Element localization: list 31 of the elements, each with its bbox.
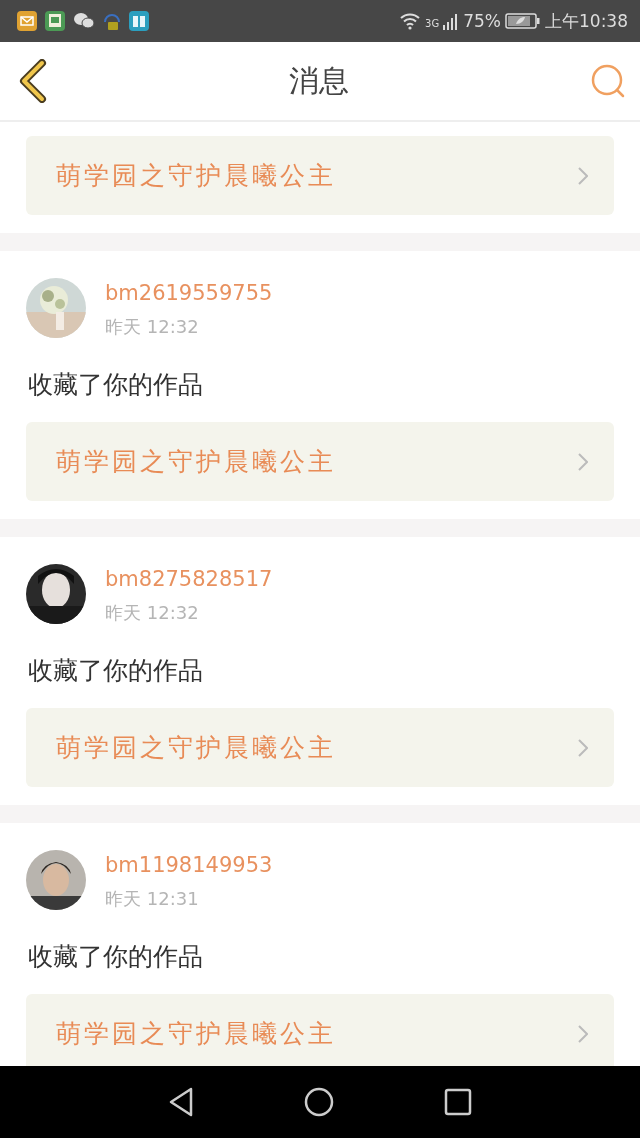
- chevron-icon: [578, 452, 588, 471]
- recents-button[interactable]: [443, 1087, 473, 1117]
- wifi-icon: [399, 12, 422, 30]
- activity-text: 收藏了你的作品: [27, 941, 204, 973]
- clock: 上午10:38: [545, 9, 628, 33]
- username[interactable]: bm8275828517: [105, 567, 273, 591]
- activity-text: 收藏了你的作品: [27, 655, 204, 687]
- work-card[interactable]: 萌学园之守护晨曦公主: [26, 136, 614, 215]
- timestamp: 昨天 12:32: [105, 601, 200, 625]
- username[interactable]: bm1198149953: [105, 853, 273, 877]
- timestamp: 昨天 12:32: [105, 315, 200, 339]
- chevron-icon: [578, 738, 588, 757]
- signal-icon: [443, 12, 460, 30]
- book-icon: [128, 10, 150, 32]
- app-icon: [44, 10, 66, 32]
- activity-text: 收藏了你的作品: [27, 369, 204, 401]
- username[interactable]: bm2619559755: [105, 281, 273, 305]
- chevron-icon: [578, 166, 588, 185]
- battery-icon: [505, 12, 541, 30]
- work-card[interactable]: 萌学园之守护晨曦公主: [26, 708, 614, 787]
- back-nav-button[interactable]: [167, 1086, 195, 1118]
- work-card[interactable]: 萌学园之守护晨曦公主: [26, 994, 614, 1066]
- mail-icon: [16, 10, 38, 32]
- work-card[interactable]: 萌学园之守护晨曦公主: [26, 422, 614, 501]
- battery-percent: 75%: [463, 11, 501, 31]
- chevron-icon: [578, 1024, 588, 1043]
- timestamp: 昨天 12:31: [105, 887, 200, 911]
- back-button[interactable]: [18, 59, 48, 103]
- network-type: 3G: [425, 17, 440, 29]
- home-button[interactable]: [303, 1086, 335, 1118]
- page-title: 消息: [289, 61, 349, 100]
